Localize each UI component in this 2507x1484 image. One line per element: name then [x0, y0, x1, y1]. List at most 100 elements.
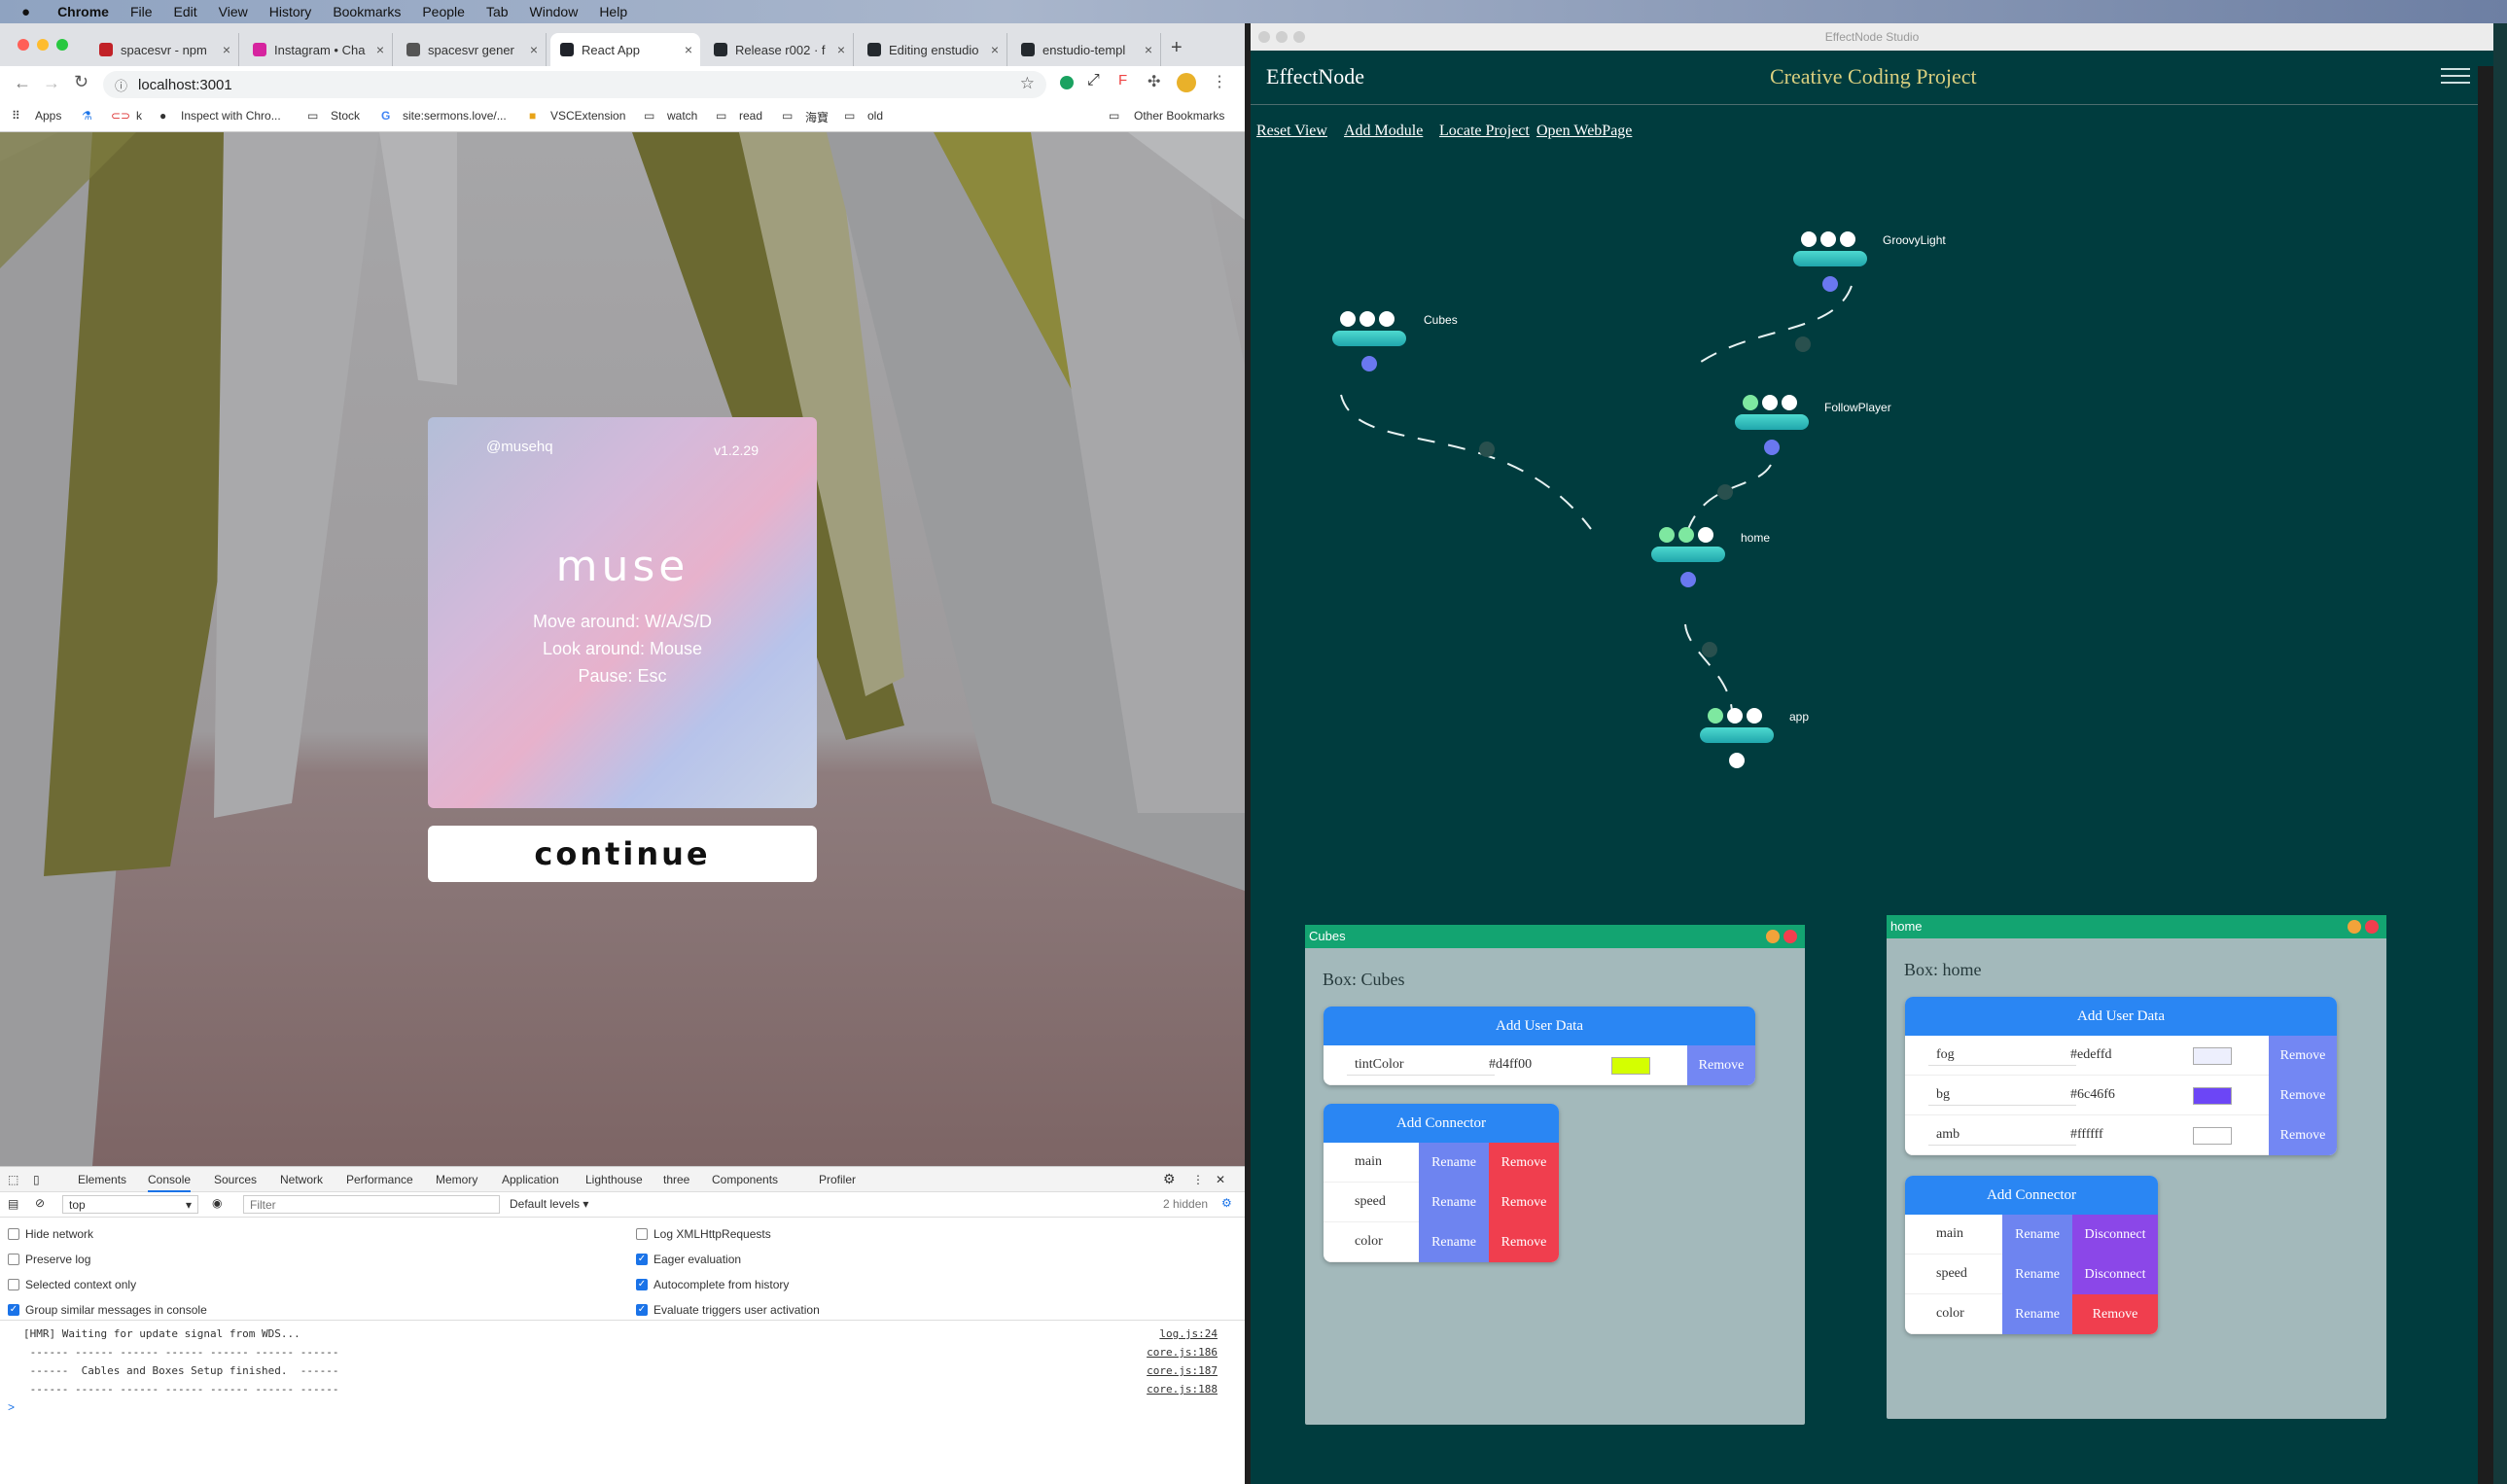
input-port[interactable]	[1340, 311, 1356, 327]
bookmark-vscextension[interactable]: VSCExtension	[550, 109, 625, 123]
devtools-tab[interactable]: Lighthouse	[585, 1173, 643, 1186]
close-window-icon[interactable]	[18, 39, 29, 51]
bookmark-other[interactable]: Other Bookmarks	[1134, 109, 1224, 123]
output-port[interactable]	[1729, 753, 1745, 768]
browser-tab[interactable]: Release r002 · f ×	[704, 33, 854, 66]
more-options-icon[interactable]: ⋮	[1192, 1173, 1204, 1186]
disconnect-button[interactable]: Disconnect	[2072, 1254, 2158, 1294]
close-devtools-icon[interactable]: ✕	[1216, 1173, 1225, 1186]
extension-icon[interactable]	[1060, 76, 1074, 89]
add-user-data-button[interactable]: Add User Data	[1905, 997, 2337, 1036]
menu-history[interactable]: History	[269, 4, 312, 19]
input-port[interactable]	[1659, 527, 1675, 543]
close-tab-icon[interactable]: ×	[1145, 42, 1152, 57]
user-data-value[interactable]: #6c46f6	[2070, 1087, 2115, 1103]
color-swatch[interactable]	[1611, 1057, 1650, 1075]
inspect-icon[interactable]: ⬚	[8, 1173, 18, 1186]
bookmark-old[interactable]: old	[867, 109, 883, 123]
checkbox[interactable]	[636, 1228, 648, 1240]
console-option[interactable]: ✓ Group similar messages in console	[8, 1303, 207, 1317]
console-option[interactable]: Hide network	[8, 1227, 93, 1241]
browser-tab[interactable]: React App ×	[550, 33, 700, 66]
add-connector-button[interactable]: Add Connector	[1324, 1104, 1559, 1143]
console-option[interactable]: Preserve log	[8, 1253, 90, 1266]
maximize-window-icon[interactable]	[56, 39, 68, 51]
console-settings-icon[interactable]: ⚙	[1221, 1196, 1232, 1210]
minimize-panel-icon[interactable]	[1766, 930, 1780, 943]
rename-connector-button[interactable]: Rename	[2002, 1294, 2072, 1334]
user-data-value[interactable]: #edeffd	[2070, 1047, 2112, 1063]
close-tab-icon[interactable]: ×	[376, 42, 384, 57]
user-data-value[interactable]: #ffffff	[2070, 1127, 2103, 1143]
user-data-key[interactable]: tintColor	[1355, 1057, 1404, 1073]
devtools-tab[interactable]: three	[663, 1173, 689, 1186]
console-source-link[interactable]: log.js:24	[1159, 1327, 1218, 1340]
close-panel-icon[interactable]	[1783, 930, 1797, 943]
remove-user-data-button[interactable]: Remove	[2269, 1115, 2337, 1155]
rename-connector-button[interactable]: Rename	[2002, 1254, 2072, 1294]
devtools-tab[interactable]: Application	[502, 1173, 559, 1186]
color-swatch[interactable]	[2193, 1127, 2232, 1145]
output-port[interactable]	[1764, 440, 1780, 455]
remove-connector-button[interactable]: Remove	[1489, 1143, 1559, 1183]
bookmark-watch[interactable]: watch	[667, 109, 697, 123]
devtools-tab[interactable]: Sources	[214, 1173, 257, 1186]
devtools-tab[interactable]: Elements	[78, 1173, 126, 1186]
remove-connector-button[interactable]: Remove	[1489, 1222, 1559, 1262]
input-port[interactable]	[1801, 231, 1817, 247]
close-tab-icon[interactable]: ×	[530, 42, 538, 57]
checkbox[interactable]	[8, 1279, 19, 1290]
console-source-link[interactable]: core.js:188	[1147, 1383, 1218, 1396]
devtools-tab[interactable]: Profiler	[819, 1173, 856, 1186]
profile-avatar[interactable]	[1177, 73, 1196, 92]
console-option[interactable]: ✓ Eager evaluation	[636, 1253, 741, 1266]
bookmark-stock[interactable]: Stock	[331, 109, 360, 123]
input-port[interactable]	[1840, 231, 1855, 247]
node-body[interactable]	[1735, 414, 1809, 430]
devtools-tab[interactable]: Network	[280, 1173, 323, 1186]
info-icon[interactable]: ⓘ	[115, 76, 127, 94]
checkbox[interactable]: ✓	[636, 1279, 648, 1290]
context-select[interactable]: top ▾	[62, 1195, 198, 1214]
output-port[interactable]	[1822, 276, 1838, 292]
remove-user-data-button[interactable]: Remove	[1687, 1045, 1755, 1085]
input-port[interactable]	[1379, 311, 1395, 327]
input-port[interactable]	[1747, 708, 1762, 724]
remove-user-data-button[interactable]: Remove	[2269, 1036, 2337, 1076]
checkbox[interactable]: ✓	[8, 1304, 19, 1316]
devtools-tab[interactable]: Console	[148, 1173, 192, 1192]
url-input[interactable]: ⓘ localhost:3001 ☆	[103, 71, 1046, 98]
bookmark-star-icon[interactable]: ☆	[1020, 74, 1035, 93]
input-port[interactable]	[1820, 231, 1836, 247]
user-data-key[interactable]: fog	[1936, 1047, 1955, 1063]
input-port[interactable]	[1727, 708, 1743, 724]
node-body[interactable]	[1700, 727, 1774, 743]
eye-icon[interactable]: ◉	[212, 1196, 222, 1210]
node-body[interactable]	[1793, 251, 1867, 266]
input-port[interactable]	[1762, 395, 1778, 410]
panel-header[interactable]: Cubes	[1305, 925, 1805, 948]
apple-icon[interactable]: ●	[21, 4, 30, 20]
chrome-menu-icon[interactable]: ⋮	[1212, 72, 1227, 91]
menu-bookmarks[interactable]: Bookmarks	[333, 4, 401, 19]
reload-icon[interactable]: ↻	[74, 72, 88, 92]
apps-grid-icon[interactable]: ⠿	[12, 109, 20, 123]
devtools-tab[interactable]: Components	[712, 1173, 778, 1186]
minimize-panel-icon[interactable]	[2348, 920, 2361, 934]
console-prompt[interactable]: >	[8, 1400, 15, 1414]
console-filter-input[interactable]	[243, 1195, 500, 1214]
sidebar-toggle-icon[interactable]: ▤	[8, 1197, 18, 1211]
console-source-link[interactable]: core.js:187	[1147, 1364, 1218, 1377]
bookmark-sermons[interactable]: site:sermons.love/...	[403, 109, 507, 123]
close-tab-icon[interactable]: ×	[837, 42, 845, 57]
node-cubes[interactable]: Cubes	[1332, 311, 1458, 371]
checkbox[interactable]: ✓	[636, 1254, 648, 1265]
devtools-tab[interactable]: Performance	[346, 1173, 413, 1186]
output-port[interactable]	[1361, 356, 1377, 371]
puzzle-extensions-icon[interactable]: ✣	[1148, 72, 1160, 91]
back-icon[interactable]: ←	[14, 73, 31, 93]
page-viewport[interactable]: @musehq v1.2.29 muse Move around: W/A/S/…	[0, 132, 1245, 1166]
continue-button[interactable]: continue	[428, 826, 817, 882]
node-app[interactable]: app	[1700, 708, 1809, 768]
input-port[interactable]	[1678, 527, 1694, 543]
